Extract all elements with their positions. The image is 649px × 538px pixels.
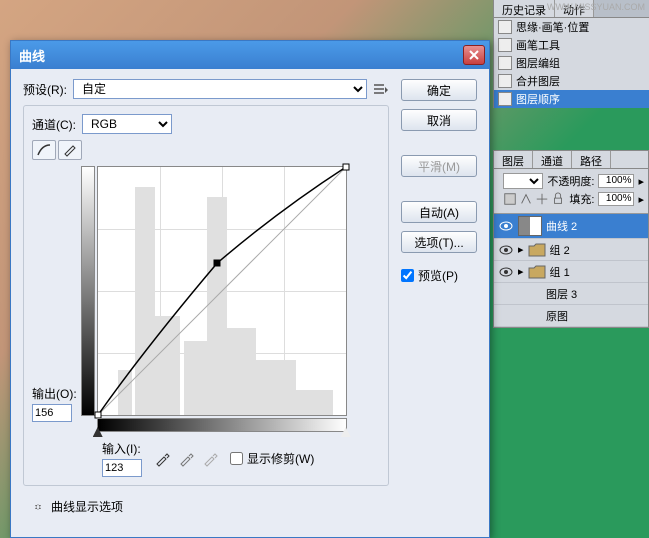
layer-item[interactable]: 图层 3 <box>494 283 648 305</box>
expand-options[interactable]: 曲线显示选项 <box>23 498 389 515</box>
history-item[interactable]: 合并图层 <box>494 72 649 90</box>
input-label: 输入(I): <box>102 440 141 457</box>
preset-dropdown[interactable]: 自定 <box>73 79 367 99</box>
history-item-label: 画笔工具 <box>516 37 560 53</box>
curve-point-end[interactable] <box>342 164 349 171</box>
preview-label: 预览(P) <box>418 267 458 284</box>
curve-point[interactable] <box>214 260 221 267</box>
eye-icon[interactable] <box>498 218 514 234</box>
tab-paths[interactable]: 路径 <box>572 151 611 168</box>
dialog-title: 曲线 <box>19 46 45 65</box>
history-item-label: 思缘·画笔·位置 <box>516 19 589 35</box>
opacity-input[interactable]: 100% <box>598 174 634 188</box>
layer-label: 曲线 2 <box>546 218 577 234</box>
history-icon <box>498 38 512 52</box>
layer-thumb <box>518 216 542 236</box>
chevron-right-icon[interactable]: ▸ <box>518 243 524 256</box>
layer-item[interactable]: 曲线 2 <box>494 214 648 239</box>
close-icon <box>469 50 479 60</box>
folder-icon <box>528 265 546 279</box>
input-input[interactable] <box>102 459 142 477</box>
cancel-button[interactable]: 取消 <box>401 109 477 131</box>
lock-pixels-icon[interactable] <box>519 192 533 206</box>
output-label: 输出(O): <box>32 385 77 402</box>
history-icon <box>498 56 512 70</box>
tab-channels[interactable]: 通道 <box>533 151 572 168</box>
history-panel: 历史记录 动作 思缘·画笔·位置 画笔工具 图层编组 合并图层 图层顺序 <box>493 0 649 108</box>
history-icon <box>498 92 512 106</box>
history-icon <box>498 20 512 34</box>
layers-panel: 图层 通道 路径 不透明度: 100% ▸ 填充: 100% ▸ 曲线 2 <box>493 150 649 328</box>
preset-menu-icon[interactable] <box>373 81 389 97</box>
preview-checkbox[interactable] <box>401 269 414 282</box>
lock-position-icon[interactable] <box>535 192 549 206</box>
smooth-button[interactable]: 平滑(M) <box>401 155 477 177</box>
chevron-right-icon[interactable]: ▸ <box>638 193 644 206</box>
lock-icons <box>503 192 565 206</box>
history-item-label: 图层编组 <box>516 55 560 71</box>
eyedropper-white-icon[interactable] <box>202 451 218 467</box>
eye-icon[interactable] <box>498 308 514 324</box>
tab-history[interactable]: 历史记录 <box>494 0 555 17</box>
chevron-expand-icon <box>31 500 45 514</box>
layer-label: 图层 3 <box>546 286 577 302</box>
eyedropper-black-icon[interactable] <box>154 451 170 467</box>
history-item[interactable]: 画笔工具 <box>494 36 649 54</box>
channel-dropdown[interactable]: RGB <box>82 114 172 134</box>
curves-dialog: 曲线 预设(R): 自定 通道(C): RGB <box>10 40 490 538</box>
curves-canvas[interactable] <box>97 166 347 416</box>
history-item-label: 合并图层 <box>516 73 560 89</box>
layers-controls: 不透明度: 100% ▸ 填充: 100% ▸ <box>494 169 648 213</box>
eye-icon[interactable] <box>498 242 514 258</box>
eye-icon[interactable] <box>498 264 514 280</box>
history-item[interactable]: 图层编组 <box>494 54 649 72</box>
eyedroppers <box>154 451 218 467</box>
curve-line <box>98 167 346 415</box>
opacity-label: 不透明度: <box>547 173 594 189</box>
tab-layers[interactable]: 图层 <box>494 151 533 168</box>
layer-item[interactable]: ▸ 组 2 <box>494 239 648 261</box>
chevron-right-icon[interactable]: ▸ <box>518 265 524 278</box>
eye-icon[interactable] <box>498 286 514 302</box>
auto-button[interactable]: 自动(A) <box>401 201 477 223</box>
show-clip-label: 显示修剪(W) <box>247 450 314 467</box>
history-item[interactable]: 图层顺序 <box>494 90 649 108</box>
vertical-gradient <box>81 166 95 416</box>
preset-label: 预设(R): <box>23 81 67 98</box>
history-list: 思缘·画笔·位置 画笔工具 图层编组 合并图层 图层顺序 <box>494 18 649 108</box>
fill-input[interactable]: 100% <box>598 192 634 206</box>
pencil-tool-icon[interactable] <box>58 140 82 160</box>
eyedropper-gray-icon[interactable] <box>178 451 194 467</box>
layer-label: 组 1 <box>550 264 570 280</box>
expand-label: 曲线显示选项 <box>51 498 123 515</box>
horizontal-gradient[interactable] <box>97 418 347 432</box>
watermark-text: WWW.MISSYUAN.COM <box>547 2 645 12</box>
layer-label: 组 2 <box>550 242 570 258</box>
history-item-label: 图层顺序 <box>516 91 560 107</box>
titlebar[interactable]: 曲线 <box>11 41 489 69</box>
output-input[interactable] <box>32 404 72 422</box>
layer-item[interactable]: 原图 <box>494 305 648 327</box>
layer-label: 原图 <box>546 308 568 324</box>
close-button[interactable] <box>463 45 485 65</box>
folder-icon <box>528 243 546 257</box>
curves-group: 通道(C): RGB 输出(O): <box>23 105 389 486</box>
channel-label: 通道(C): <box>32 116 76 133</box>
ok-button[interactable]: 确定 <box>401 79 477 101</box>
lock-all-icon[interactable] <box>551 192 565 206</box>
layers-tabs: 图层 通道 路径 <box>494 151 648 169</box>
history-item[interactable]: 思缘·画笔·位置 <box>494 18 649 36</box>
show-clip-checkbox[interactable] <box>230 452 243 465</box>
layer-item[interactable]: ▸ 组 1 <box>494 261 648 283</box>
lock-transparency-icon[interactable] <box>503 192 517 206</box>
white-slider[interactable] <box>341 427 351 437</box>
options-button[interactable]: 选项(T)... <box>401 231 477 253</box>
layers-list: 曲线 2 ▸ 组 2 ▸ 组 1 图层 3 原图 <box>494 213 648 327</box>
history-icon <box>498 74 512 88</box>
blend-mode-dropdown[interactable] <box>503 173 543 189</box>
fill-label: 填充: <box>569 191 594 207</box>
curve-tool-icon[interactable] <box>32 140 56 160</box>
chevron-right-icon[interactable]: ▸ <box>638 175 644 188</box>
